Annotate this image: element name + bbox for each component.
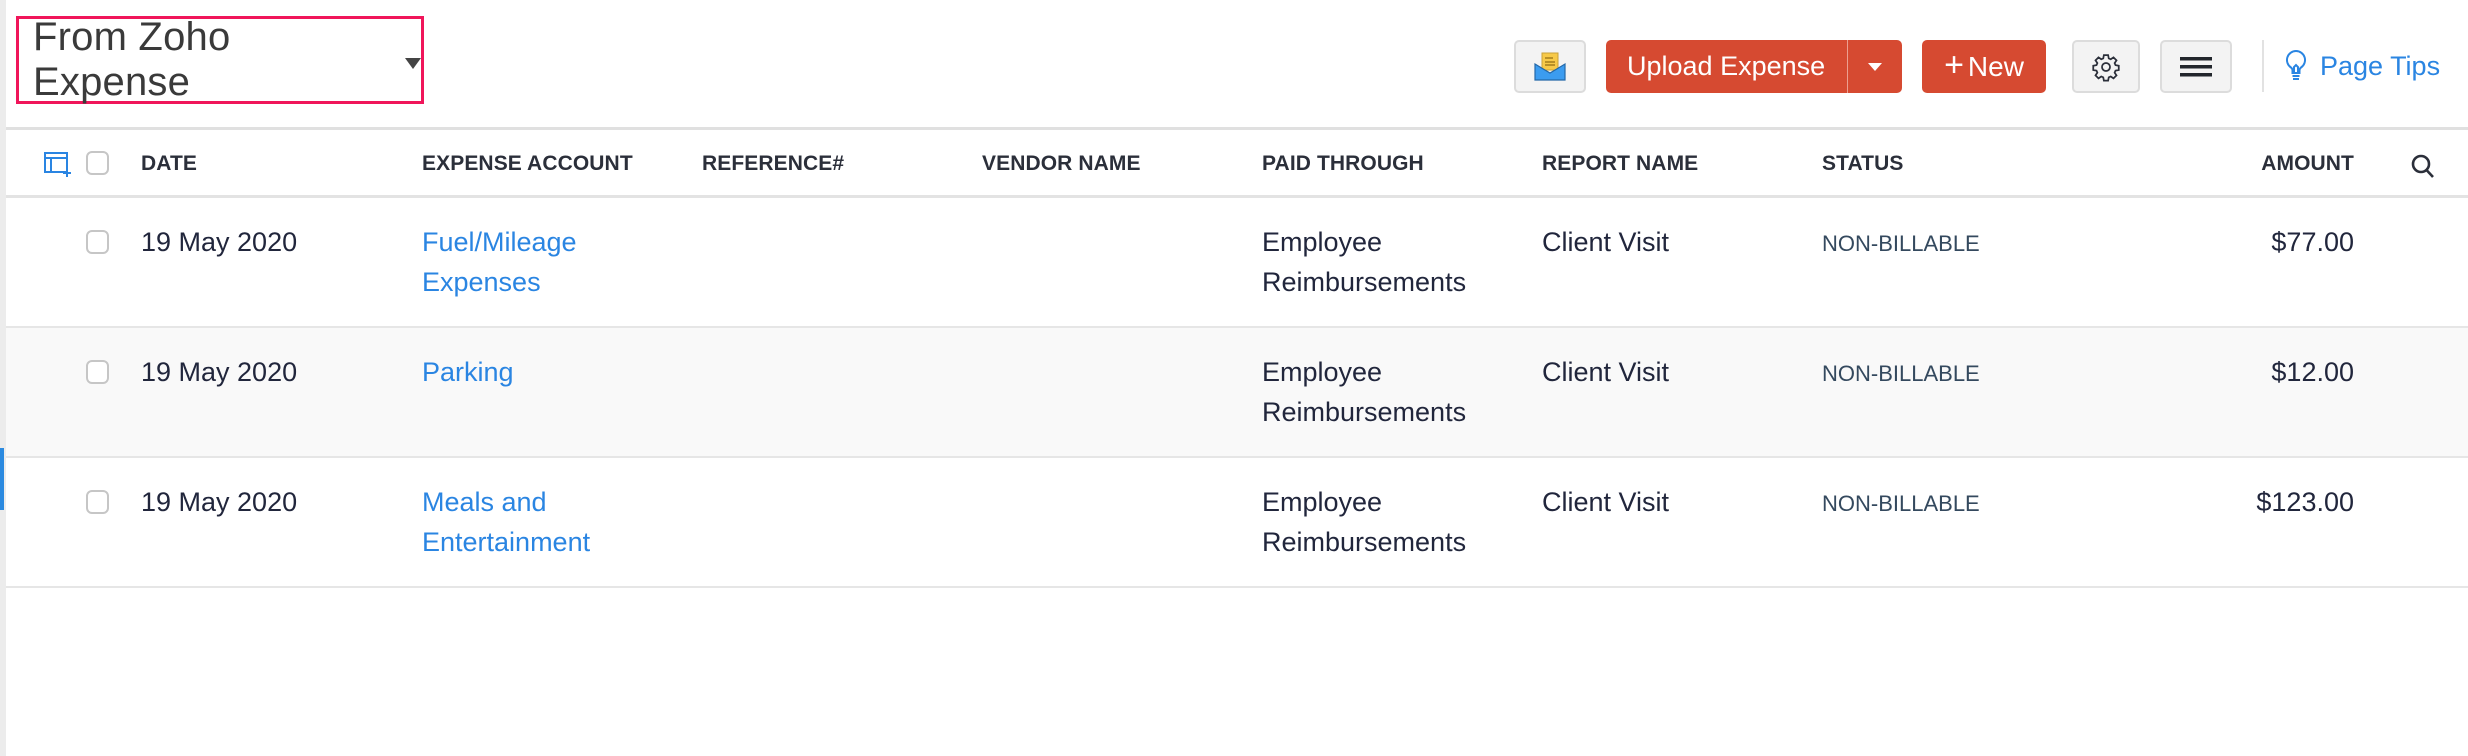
hamburger-menu-icon [2180, 56, 2212, 76]
header-divider [2262, 40, 2264, 92]
search-icon[interactable] [2410, 153, 2436, 179]
status-badge: NON-BILLABLE [1822, 231, 1980, 256]
view-title: From Zoho Expense [33, 15, 231, 104]
expense-account-link[interactable]: Parking [422, 352, 514, 392]
lightbulb-icon [2285, 49, 2307, 80]
paid-through-line: Reimbursements [1262, 527, 1467, 557]
upload-options-dropdown[interactable] [1848, 40, 1902, 93]
amount-cell: $12.00 [2271, 357, 2354, 387]
column-header-reference[interactable]: REFERENCE# [702, 133, 844, 195]
caret-down-icon [405, 57, 421, 69]
paid-through-line: Reimbursements [1262, 267, 1467, 297]
amount-cell: $77.00 [2271, 227, 2354, 257]
column-header-amount[interactable]: AMOUNT [2106, 133, 2354, 195]
expense-account-link[interactable]: Fuel/Mileage Expenses [422, 222, 577, 302]
column-header-paid-through[interactable]: PAID THROUGH [1262, 133, 1424, 195]
column-header-vendor-name[interactable]: VENDOR NAME [982, 133, 1141, 195]
active-indicator [0, 448, 4, 510]
expense-account-line: Expenses [422, 267, 541, 297]
column-header-expense-account[interactable]: EXPENSE ACCOUNT [422, 133, 633, 195]
paid-through-line: Employee [1262, 357, 1383, 387]
status-badge: NON-BILLABLE [1822, 361, 1980, 386]
column-header-report-name[interactable]: REPORT NAME [1542, 133, 1698, 195]
more-options-button[interactable] [2160, 40, 2232, 93]
expense-account-link[interactable]: Meals and Entertainment [422, 482, 590, 562]
column-header-status[interactable]: STATUS [1822, 133, 1903, 195]
select-all-checkbox[interactable] [86, 151, 109, 175]
plus-icon: + [1944, 46, 1964, 84]
row-checkbox[interactable] [86, 360, 109, 384]
paid-through-cell: Employee Reimbursements [1262, 222, 1466, 302]
amount-cell: $123.00 [2256, 487, 2354, 517]
date-cell: 19 May 2020 [141, 487, 298, 517]
expense-account-line: Fuel/Mileage [422, 227, 577, 257]
table-row[interactable]: 19 May 2020 Parking Employee Reimburseme… [6, 328, 2468, 458]
paid-through-line: Employee [1262, 227, 1383, 257]
caret-down-icon [1868, 62, 1883, 71]
new-expense-button[interactable]: + New [1922, 40, 2046, 93]
date-cell: 19 May 2020 [141, 227, 298, 257]
table-row[interactable]: 19 May 2020 Fuel/Mileage Expenses Employ… [6, 198, 2468, 328]
paid-through-cell: Employee Reimbursements [1262, 482, 1466, 562]
paid-through-cell: Employee Reimbursements [1262, 352, 1466, 432]
report-name-cell: Client Visit [1542, 487, 1670, 517]
page-tips-label: Page Tips [2320, 50, 2441, 81]
table-header: DATE EXPENSE ACCOUNT REFERENCE# VENDOR N… [6, 133, 2468, 198]
upload-expense-button[interactable]: Upload Expense [1606, 40, 1849, 93]
expense-account-line: Meals and [422, 487, 547, 517]
status-badge: NON-BILLABLE [1822, 491, 1980, 516]
paid-through-line: Employee [1262, 487, 1383, 517]
envelope-open-icon [1534, 52, 1566, 81]
column-header-date[interactable]: DATE [141, 133, 197, 195]
paid-through-line: Reimbursements [1262, 397, 1467, 427]
expense-account-line: Entertainment [422, 527, 591, 557]
inbox-button[interactable] [1514, 40, 1586, 93]
customize-columns-icon[interactable] [43, 151, 73, 177]
row-checkbox[interactable] [86, 490, 109, 514]
row-checkbox[interactable] [86, 230, 109, 254]
page-tips-link[interactable]: Page Tips [2284, 44, 2440, 88]
upload-expense-button-group: Upload Expense [1606, 40, 1902, 93]
new-label: New [1967, 50, 2024, 82]
settings-button[interactable] [2072, 40, 2140, 93]
date-cell: 19 May 2020 [141, 357, 298, 387]
report-name-cell: Client Visit [1542, 227, 1670, 257]
gear-icon [2092, 53, 2120, 81]
report-name-cell: Client Visit [1542, 357, 1670, 387]
table-row[interactable]: 19 May 2020 Meals and Entertainment Empl… [6, 458, 2468, 588]
view-selector-dropdown[interactable]: From Zoho Expense [16, 15, 424, 104]
expense-account-line: Parking [422, 357, 514, 387]
upload-expense-label: Upload Expense [1627, 51, 1826, 81]
